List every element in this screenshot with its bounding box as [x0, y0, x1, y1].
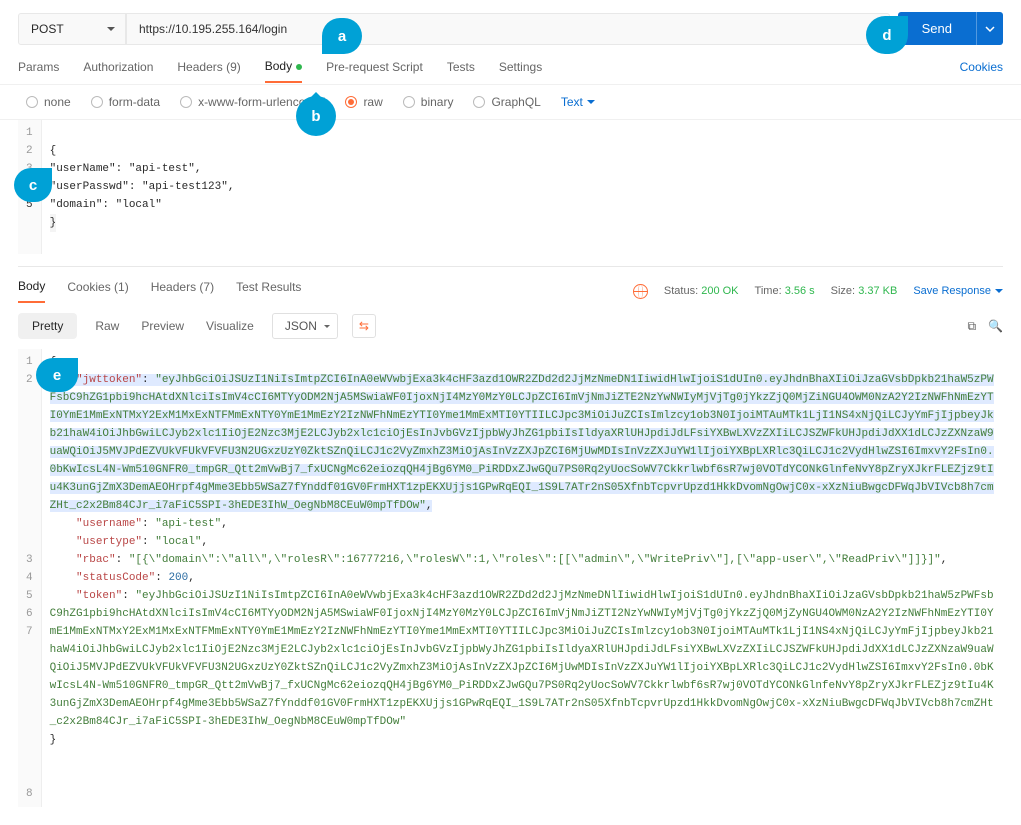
- tab-settings[interactable]: Settings: [499, 60, 542, 82]
- view-preview[interactable]: Preview: [137, 313, 188, 339]
- cookies-link[interactable]: Cookies: [960, 60, 1003, 82]
- globe-icon[interactable]: [633, 284, 648, 299]
- url-input[interactable]: https://10.195.255.164/login: [126, 13, 890, 45]
- body-type-xwww[interactable]: x-www-form-urlencoded: [180, 95, 325, 109]
- search-icon[interactable]: 🔍: [988, 319, 1003, 334]
- tab-params[interactable]: Params: [18, 60, 59, 82]
- body-type-binary[interactable]: binary: [403, 95, 454, 109]
- raw-type-select[interactable]: Text: [561, 95, 595, 109]
- radio-icon: [26, 96, 38, 108]
- resp-tab-testresults[interactable]: Test Results: [236, 280, 301, 302]
- tab-body-label: Body: [265, 59, 292, 73]
- editor-gutter: 12345: [18, 120, 42, 254]
- copy-icon[interactable]: ⧉: [967, 319, 976, 334]
- body-type-formdata[interactable]: form-data: [91, 95, 160, 109]
- view-pretty[interactable]: Pretty: [18, 313, 77, 339]
- resp-tab-cookies[interactable]: Cookies (1): [67, 280, 128, 302]
- http-method-select[interactable]: POST: [18, 13, 126, 45]
- view-visualize[interactable]: Visualize: [202, 313, 258, 339]
- response-gutter: 12 34567 8: [18, 349, 42, 807]
- send-dropdown[interactable]: [976, 12, 1003, 45]
- tab-authorization[interactable]: Authorization: [83, 60, 153, 82]
- radio-icon: [180, 96, 192, 108]
- chevron-down-icon: [995, 289, 1003, 297]
- response-type-select[interactable]: JSON: [272, 313, 338, 339]
- body-type-graphql[interactable]: GraphQL: [473, 95, 540, 109]
- request-body-editor[interactable]: { "userName": "api-test", "userPasswd": …: [42, 120, 1003, 254]
- view-raw[interactable]: Raw: [91, 313, 123, 339]
- tab-tests[interactable]: Tests: [447, 60, 475, 82]
- radio-icon: [403, 96, 415, 108]
- tab-prerequest[interactable]: Pre-request Script: [326, 60, 423, 82]
- body-type-none[interactable]: none: [26, 95, 71, 109]
- body-type-raw[interactable]: raw: [345, 95, 382, 109]
- tab-body[interactable]: Body: [265, 59, 302, 83]
- radio-icon: [473, 96, 485, 108]
- resp-tab-body[interactable]: Body: [18, 279, 45, 303]
- time-label: Time: 3.56 s: [755, 285, 815, 297]
- chevron-down-icon: [985, 24, 995, 34]
- chevron-down-icon: [587, 100, 595, 108]
- status-label: Status: 200 OK: [664, 285, 739, 297]
- wrap-lines-button[interactable]: ⇆: [352, 314, 376, 338]
- save-response-dropdown[interactable]: Save Response: [913, 285, 1003, 297]
- resp-tab-headers[interactable]: Headers (7): [151, 280, 214, 302]
- radio-icon-selected: [345, 96, 357, 108]
- size-label: Size: 3.37 KB: [831, 285, 898, 297]
- send-button[interactable]: Send: [898, 12, 976, 45]
- response-body-viewer[interactable]: { "jwttoken": "eyJhbGciOiJSUzI1NiIsImtpZ…: [42, 349, 1003, 807]
- radio-icon: [91, 96, 103, 108]
- active-dot-icon: [296, 64, 302, 70]
- tab-headers[interactable]: Headers (9): [177, 60, 240, 82]
